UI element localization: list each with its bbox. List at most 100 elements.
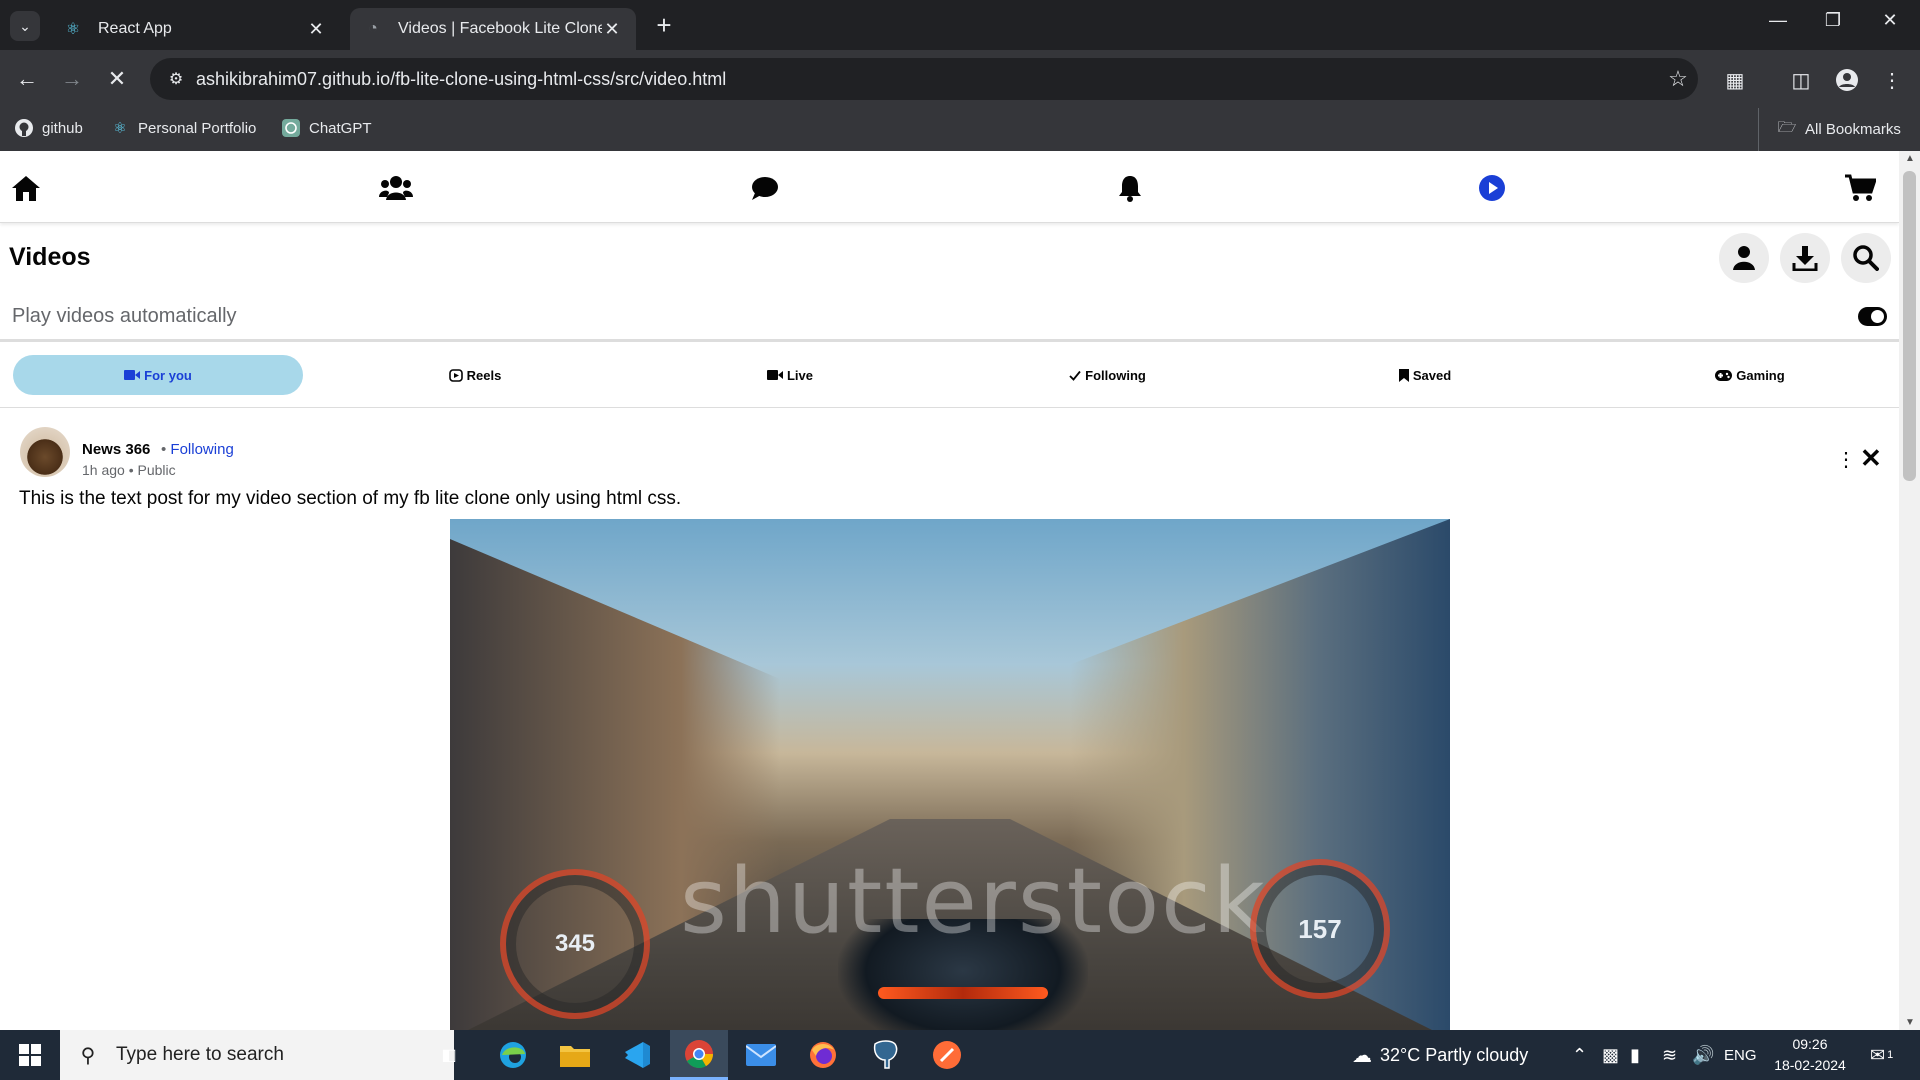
search-icon: ⚲ bbox=[80, 1044, 96, 1067]
notifications-center[interactable]: ✉ 1 bbox=[1870, 1030, 1893, 1080]
edge-icon[interactable] bbox=[484, 1030, 542, 1080]
home-icon[interactable] bbox=[6, 171, 46, 205]
speed-gauge-left: 345 bbox=[500, 869, 650, 1019]
bookmark-label: ChatGPT bbox=[309, 119, 372, 137]
clock-time: 09:26 bbox=[1792, 1036, 1828, 1052]
video-camera-icon bbox=[124, 370, 141, 380]
github-icon bbox=[14, 118, 34, 138]
tab-react-app[interactable]: ⚛ React App ✕ bbox=[50, 8, 340, 50]
forward-button[interactable]: → bbox=[55, 62, 89, 96]
video-player[interactable]: shutterstock 345 157 bbox=[450, 519, 1450, 1030]
weather-icon: ☁ bbox=[1352, 1044, 1372, 1067]
following-link[interactable]: • Following bbox=[161, 441, 234, 458]
postman-icon[interactable] bbox=[918, 1030, 976, 1080]
windows-start-button[interactable] bbox=[0, 1030, 60, 1080]
speed-gauge-right: 157 bbox=[1250, 859, 1390, 999]
tab-title: Videos | Facebook Lite Clone bbox=[398, 20, 602, 37]
filter-label: Reels bbox=[466, 367, 502, 383]
all-bookmarks[interactable]: 🗁 All Bookmarks bbox=[1758, 108, 1901, 151]
browser-chrome: ⌄ ⚛ React App ✕ ◔ Videos | Facebook Lite… bbox=[0, 0, 1920, 151]
extensions-icon[interactable]: ▦ bbox=[1719, 64, 1751, 96]
filter-label: Gaming bbox=[1736, 367, 1785, 383]
stop-loading-button[interactable]: ✕ bbox=[100, 62, 134, 96]
volume-icon[interactable]: 🔊 bbox=[1692, 1030, 1714, 1080]
tab-bar: ⌄ ⚛ React App ✕ ◔ Videos | Facebook Lite… bbox=[0, 0, 1920, 50]
tab-videos[interactable]: ◔ Videos | Facebook Lite Clone ✕ bbox=[350, 8, 636, 50]
friends-icon[interactable] bbox=[376, 171, 416, 205]
loading-favicon-icon: ◔ bbox=[368, 20, 378, 37]
chrome-icon[interactable] bbox=[670, 1030, 728, 1080]
vscode-icon[interactable] bbox=[608, 1030, 666, 1080]
filter-label: Following bbox=[1085, 367, 1146, 383]
task-view-icon[interactable]: ◧ bbox=[420, 1030, 478, 1080]
mail-icon[interactable] bbox=[732, 1030, 790, 1080]
url-text[interactable]: ashikibrahim07.github.io/fb-lite-clone-u… bbox=[196, 69, 1658, 90]
taskbar-search[interactable]: ⚲ Type here to search bbox=[60, 1030, 454, 1080]
post-time: 1h ago bbox=[82, 462, 125, 478]
restore-icon[interactable]: ❐ bbox=[1813, 10, 1853, 31]
filter-saved[interactable]: Saved bbox=[1370, 355, 1480, 395]
reels-icon bbox=[448, 368, 463, 382]
user-icon bbox=[1733, 246, 1755, 270]
minimize-icon[interactable]: — bbox=[1758, 10, 1798, 31]
marketplace-icon[interactable] bbox=[1840, 171, 1880, 205]
download-button[interactable] bbox=[1780, 233, 1830, 283]
close-window-icon[interactable]: ✕ bbox=[1870, 10, 1910, 31]
file-explorer-icon[interactable] bbox=[546, 1030, 604, 1080]
page-title: Videos bbox=[9, 243, 91, 271]
profile-icon[interactable] bbox=[1831, 64, 1863, 96]
filter-reels[interactable]: Reels bbox=[420, 355, 530, 395]
all-bookmarks-label: All Bookmarks bbox=[1805, 121, 1901, 138]
site-info-icon[interactable]: ⚙ bbox=[156, 69, 196, 89]
battery-icon[interactable]: ▮ bbox=[1630, 1030, 1640, 1080]
page-content: Videos Play videos automatically For you… bbox=[0, 151, 1899, 1030]
autoplay-toggle[interactable] bbox=[1858, 307, 1887, 326]
taskbar-search-placeholder: Type here to search bbox=[116, 1044, 284, 1065]
react-icon: ⚛ bbox=[113, 120, 127, 137]
new-tab-button[interactable]: + bbox=[650, 12, 678, 40]
bookmark-star-icon[interactable]: ☆ bbox=[1658, 66, 1698, 92]
weather-text: 32°C Partly cloudy bbox=[1380, 1044, 1529, 1065]
facebook-top-nav bbox=[0, 151, 1899, 223]
firefox-icon[interactable] bbox=[794, 1030, 852, 1080]
back-button[interactable]: ← bbox=[10, 62, 44, 96]
messages-icon[interactable] bbox=[745, 171, 785, 205]
filter-for-you[interactable]: For you bbox=[13, 355, 303, 395]
scrollbar-thumb[interactable] bbox=[1903, 171, 1916, 481]
meet-now-icon[interactable]: ▩ bbox=[1602, 1030, 1619, 1080]
address-bar[interactable]: ⚙ ashikibrahim07.github.io/fb-lite-clone… bbox=[150, 58, 1698, 100]
filter-following[interactable]: Following bbox=[1040, 355, 1175, 395]
scroll-up-arrow-icon[interactable]: ▲ bbox=[1905, 153, 1915, 164]
close-tab-icon[interactable]: ✕ bbox=[602, 19, 622, 40]
avatar[interactable] bbox=[20, 427, 70, 477]
browser-menu-icon[interactable]: ⋮ bbox=[1876, 64, 1908, 96]
weather-widget[interactable]: ☁ 32°C Partly cloudy bbox=[1352, 1030, 1528, 1080]
profile-button[interactable] bbox=[1719, 233, 1769, 283]
filter-live[interactable]: Live bbox=[735, 355, 845, 395]
notification-count: 1 bbox=[1887, 1049, 1894, 1061]
show-hidden-icons[interactable]: ⌃ bbox=[1572, 1030, 1587, 1080]
bookmark-portfolio[interactable]: ⚛ Personal Portfolio bbox=[110, 118, 256, 138]
bookmark-github[interactable]: github bbox=[14, 118, 83, 138]
filter-label: For you bbox=[144, 367, 192, 383]
tab-search-button[interactable]: ⌄ bbox=[10, 11, 40, 41]
videos-icon[interactable] bbox=[1472, 171, 1512, 205]
postgresql-icon[interactable] bbox=[856, 1030, 914, 1080]
more-options-icon[interactable]: ⋮ bbox=[1836, 447, 1856, 472]
scroll-down-arrow-icon[interactable]: ▼ bbox=[1905, 1017, 1915, 1028]
language-indicator[interactable]: ENG bbox=[1724, 1030, 1757, 1080]
videos-header: Videos bbox=[0, 223, 1899, 343]
post-author[interactable]: News 366 bbox=[82, 441, 150, 458]
filter-gaming[interactable]: Gaming bbox=[1690, 355, 1810, 395]
search-button[interactable] bbox=[1841, 233, 1891, 283]
side-panel-icon[interactable]: ◫ bbox=[1785, 64, 1817, 96]
notifications-icon[interactable] bbox=[1110, 171, 1150, 205]
wifi-icon[interactable]: ≋ bbox=[1662, 1030, 1677, 1080]
clock[interactable]: 09:26 18-02-2024 bbox=[1760, 1034, 1860, 1076]
bookmark-chatgpt[interactable]: ChatGPT bbox=[281, 118, 372, 138]
search-icon bbox=[1853, 245, 1879, 271]
windows-logo-icon bbox=[19, 1044, 41, 1066]
page-scrollbar[interactable]: ▲ ▼ bbox=[1899, 151, 1920, 1030]
close-icon[interactable]: ✕ bbox=[1860, 443, 1882, 474]
close-tab-icon[interactable]: ✕ bbox=[306, 19, 326, 40]
